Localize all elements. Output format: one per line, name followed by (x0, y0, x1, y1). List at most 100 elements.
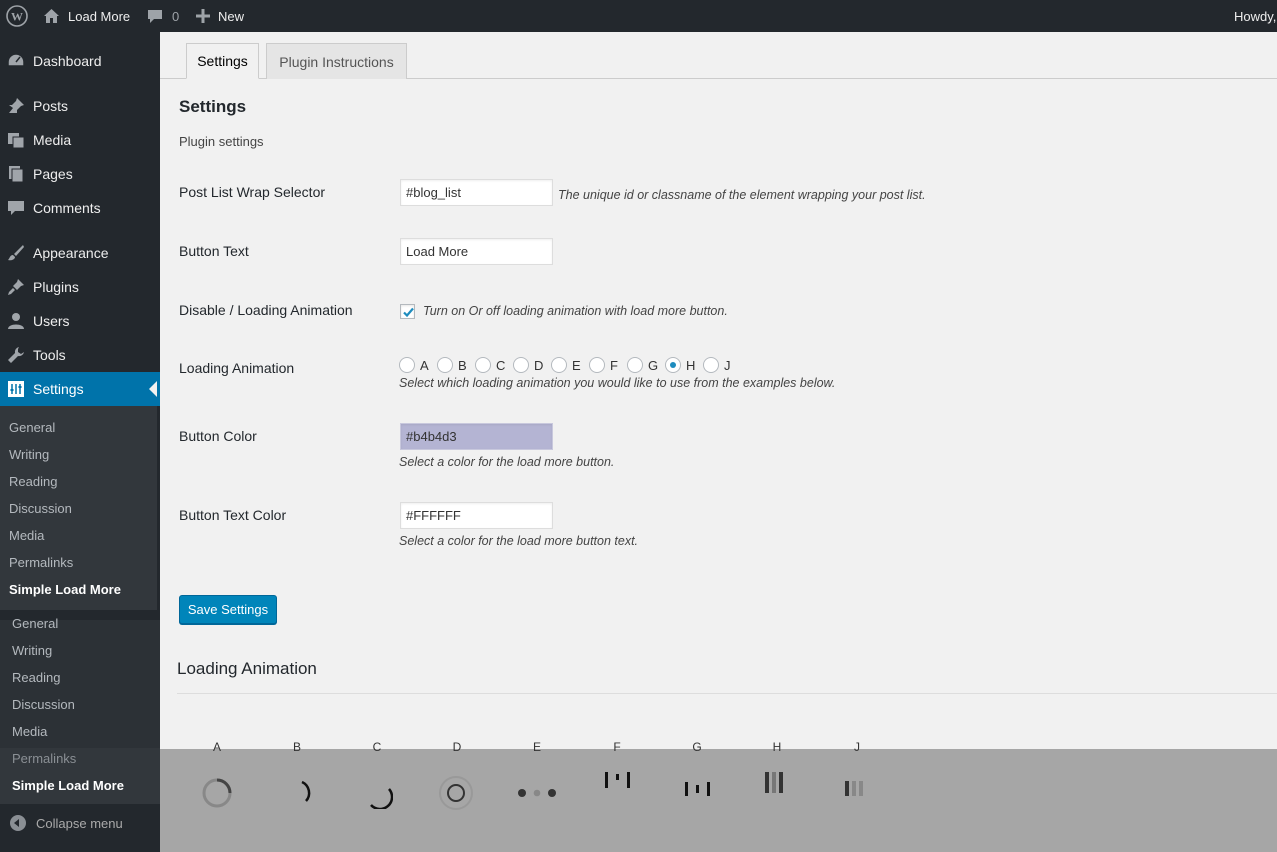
radio-label: H (686, 357, 696, 373)
submenu-permalinks[interactable]: Permalinks (12, 751, 76, 766)
animation-toggle-label: Disable / Loading Animation (179, 302, 353, 318)
button-text-color-input[interactable]: #FFFFFF (400, 502, 553, 529)
submenu-simple-load-more[interactable]: Simple Load More (9, 582, 121, 597)
radio-label: A (420, 357, 429, 373)
submenu-general[interactable]: General (12, 616, 58, 631)
menu-item-settings[interactable]: Settings (0, 372, 160, 406)
menu-item-users[interactable]: Users (0, 304, 160, 338)
button-color-input[interactable]: #b4b4d3 (400, 423, 553, 450)
new-content-link[interactable]: New (196, 0, 244, 32)
wrap-selector-hint: The unique id or classname of the elemen… (558, 188, 926, 202)
menu-label: Comments (33, 200, 101, 216)
comments-count: 0 (172, 8, 180, 24)
menu-label: Tools (33, 347, 66, 363)
preview-label-c: C (372, 740, 382, 754)
loading-animation-radios: A B C D E F G H J (399, 357, 741, 373)
loading-animation-hint: Select which loading animation you would… (399, 376, 836, 390)
collapse-menu-button[interactable]: Collapse menu (10, 815, 123, 831)
menu-item-plugins[interactable]: Plugins (0, 270, 160, 304)
button-text-label: Button Text (179, 243, 249, 259)
menu-label: Plugins (33, 279, 79, 295)
menu-label: Pages (33, 166, 73, 182)
menu-label: Dashboard (33, 53, 102, 69)
submenu-simple-load-more[interactable]: Simple Load More (12, 778, 124, 793)
menu-item-tools[interactable]: Tools (0, 338, 160, 372)
tab-settings[interactable]: Settings (186, 43, 259, 79)
radio-d[interactable] (513, 357, 529, 373)
menu-label: Settings (33, 381, 84, 397)
radio-label: B (458, 357, 467, 373)
submenu-writing[interactable]: Writing (12, 643, 52, 658)
radio-h[interactable] (665, 357, 681, 373)
preview-label-b: B (292, 740, 301, 754)
radio-label: D (534, 357, 544, 373)
submenu-media[interactable]: Media (9, 528, 44, 543)
dots-e-icon (518, 789, 556, 797)
wrench-icon (7, 346, 25, 364)
page-title: Settings (179, 97, 247, 116)
button-text-color-label: Button Text Color (179, 507, 287, 523)
wordpress-logo-icon[interactable]: W (6, 0, 28, 32)
bars-g-icon (685, 782, 710, 796)
radio-f[interactable] (589, 357, 605, 373)
tab-plugin-instructions[interactable]: Plugin Instructions (266, 43, 407, 79)
submenu-reading[interactable]: Reading (12, 670, 60, 685)
pages-icon (7, 165, 25, 183)
menu-label: Posts (33, 98, 69, 114)
comment-icon (147, 9, 163, 24)
radio-g[interactable] (627, 357, 643, 373)
media-icon (7, 131, 25, 149)
radio-b[interactable] (437, 357, 453, 373)
save-settings-button[interactable]: Save Settings (179, 595, 277, 624)
submenu-discussion[interactable]: Discussion (12, 697, 75, 712)
menu-item-dashboard[interactable]: Dashboard (0, 44, 160, 78)
plus-icon (196, 9, 210, 23)
plugin-icon (7, 278, 25, 296)
submenu-reading[interactable]: Reading (9, 474, 57, 489)
active-indicator (149, 381, 157, 397)
button-text-input[interactable]: Load More (400, 238, 553, 265)
menu-item-media[interactable]: Media (0, 123, 160, 157)
menu-item-comments[interactable]: Comments (0, 191, 160, 225)
menu-item-appearance[interactable]: Appearance (0, 236, 160, 270)
radio-j[interactable] (703, 357, 719, 373)
loading-animation-label: Loading Animation (179, 360, 295, 376)
wrap-selector-input[interactable]: #blog_list (400, 179, 553, 206)
collapse-label: Collapse menu (36, 815, 123, 831)
account-menu[interactable]: Howdy, (1234, 0, 1276, 32)
spinner-d-icon (439, 776, 473, 810)
animation-toggle-checkbox[interactable] (400, 304, 415, 319)
comments-icon (7, 199, 25, 217)
user-icon (7, 312, 25, 330)
button-color-hint: Select a color for the load more button. (399, 455, 615, 469)
animation-toggle-hint: Turn on Or off loading animation with lo… (423, 304, 728, 318)
preview-label-j: J (854, 740, 860, 754)
spinner-b-icon (301, 780, 311, 802)
submenu-permalinks[interactable]: Permalinks (9, 555, 73, 570)
comments-link[interactable]: 0 (147, 0, 179, 32)
menu-item-pages[interactable]: Pages (0, 157, 160, 191)
radio-label: F (610, 357, 618, 373)
menu-item-posts[interactable]: Posts (0, 89, 160, 123)
submenu-writing[interactable]: Writing (9, 447, 49, 462)
bars-h-icon (765, 772, 783, 793)
radio-c[interactable] (475, 357, 491, 373)
preview-label-d: D (452, 740, 462, 754)
radio-e[interactable] (551, 357, 567, 373)
submenu-general[interactable]: General (9, 420, 55, 435)
button-text-color-hint: Select a color for the load more button … (399, 534, 639, 548)
radio-label: C (496, 357, 506, 373)
radio-a[interactable] (399, 357, 415, 373)
admin-bar: W Load More 0 New Howdy, (0, 0, 1277, 32)
wrap-selector-label: Post List Wrap Selector (179, 184, 326, 200)
section-description: Plugin settings (179, 134, 264, 149)
checkmark-icon (403, 307, 414, 318)
dashboard-icon (7, 52, 25, 70)
loading-animation-heading: Loading Animation (177, 659, 317, 678)
home-icon (43, 8, 60, 24)
section-divider (177, 693, 1277, 694)
submenu-media[interactable]: Media (12, 724, 47, 739)
submenu-discussion[interactable]: Discussion (9, 501, 72, 516)
radio-label: J (724, 357, 731, 373)
site-name-link[interactable]: Load More (43, 0, 130, 32)
